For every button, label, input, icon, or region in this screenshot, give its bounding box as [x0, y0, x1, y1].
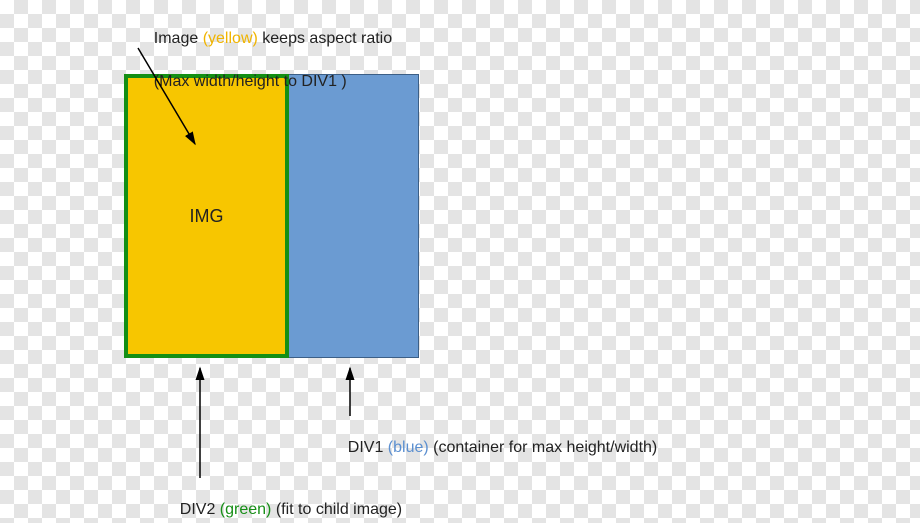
img-box: IMG [128, 78, 285, 354]
div1-blue: (blue) [388, 439, 429, 456]
top-line1-yellow: (yellow) [203, 30, 258, 47]
div1-a: DIV1 [348, 439, 388, 456]
div1-c: (container for max height/width) [429, 439, 658, 456]
top-line1-c: keeps aspect ratio [258, 30, 392, 47]
top-line1-a: Image [154, 30, 203, 47]
top-caption: Image (yellow) keeps aspect ratio (Max w… [136, 6, 392, 114]
top-line2: (Max width/height to DIV1 ) [154, 73, 347, 90]
div2-c: (fit to child image) [271, 501, 402, 518]
diagram-stage: IMG Image (yellow) keeps aspect ratio (M… [0, 0, 920, 523]
div2-caption: DIV2 (green) (fit to child image) [162, 483, 402, 523]
div1-caption: DIV1 (blue) (container for max height/wi… [330, 421, 657, 475]
div2-green: (green) [220, 501, 272, 518]
img-label: IMG [190, 206, 224, 227]
div2-a: DIV2 [180, 501, 220, 518]
